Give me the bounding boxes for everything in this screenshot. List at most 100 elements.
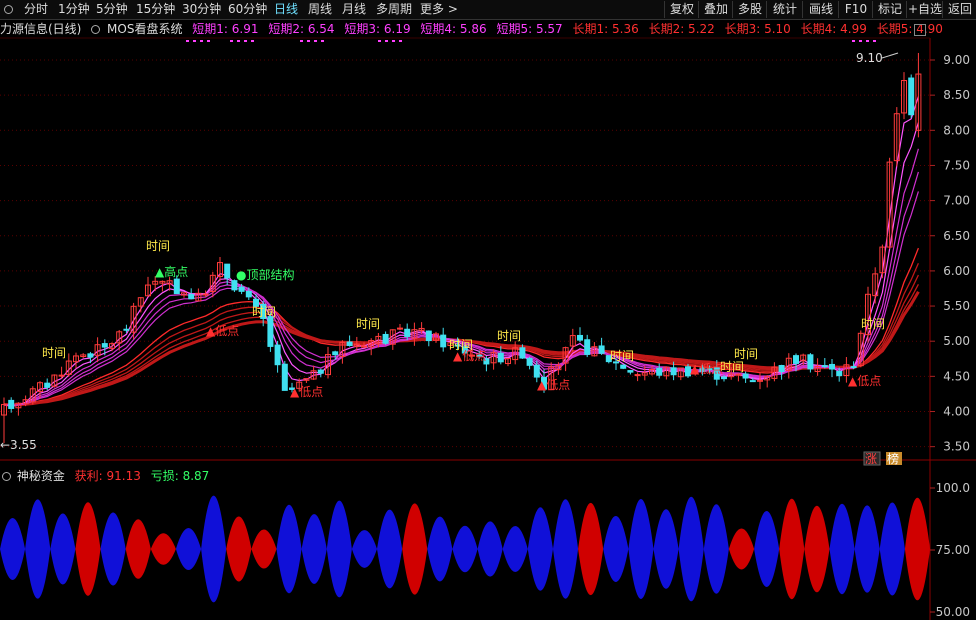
signal-dot <box>193 40 196 42</box>
kline-chart[interactable]: 9.00 8.50 8.00 7.50 7.00 6.50 6.00 5.50 5.00 4.50… <box>0 0 976 620</box>
candle-body[interactable] <box>224 263 231 279</box>
candle-body[interactable] <box>58 374 65 377</box>
candle-body[interactable] <box>577 334 583 341</box>
candle-body[interactable] <box>44 382 51 388</box>
candle-body[interactable] <box>836 370 843 377</box>
low-point-annotation: ▲低点 <box>537 378 570 392</box>
candle-body[interactable] <box>793 355 799 364</box>
candle-body[interactable] <box>533 364 540 378</box>
loss-area <box>703 504 729 594</box>
candle-body[interactable] <box>245 290 252 298</box>
candle-body[interactable] <box>656 367 663 376</box>
sub-settings-icon[interactable] <box>2 472 11 481</box>
candle-body[interactable] <box>598 345 605 354</box>
low-point-annotation: ▲低点 <box>206 324 239 338</box>
high-point-annotation: ▲高点 <box>155 264 188 279</box>
candle-body[interactable] <box>749 380 756 383</box>
loss-area <box>201 495 227 603</box>
candle-body[interactable] <box>742 373 749 379</box>
candle-body[interactable] <box>829 363 835 370</box>
signal-dot <box>859 40 862 42</box>
sub-indicator-title[interactable]: 神秘资金 <box>17 469 65 483</box>
loss-area <box>553 499 579 599</box>
loss-area <box>829 503 855 595</box>
profit-area <box>226 516 252 582</box>
loss-area <box>653 509 679 589</box>
signal-dot <box>852 40 855 42</box>
signal-dot <box>385 40 388 42</box>
candle-body[interactable] <box>173 278 180 295</box>
candle-body[interactable] <box>440 334 447 348</box>
candle-body[interactable] <box>361 345 367 348</box>
time-annotation: 时间 <box>146 239 170 253</box>
candle-body[interactable] <box>397 327 403 330</box>
long-ma-line <box>3 263 919 406</box>
profit-area <box>75 502 101 596</box>
candle-body[interactable] <box>382 333 389 344</box>
loss-area <box>754 511 780 587</box>
loss-area <box>50 513 76 585</box>
candle-body[interactable] <box>519 347 526 359</box>
profit-area <box>904 497 930 601</box>
loss-area <box>502 526 528 572</box>
loss-area <box>879 502 905 596</box>
candle-body[interactable] <box>267 316 274 347</box>
candle-body[interactable] <box>123 328 130 331</box>
candle-body[interactable] <box>526 357 533 366</box>
price-tick-label: 5.50 <box>943 299 970 313</box>
candle-body[interactable] <box>721 376 727 380</box>
loss-area <box>377 509 403 589</box>
loss-area <box>0 518 26 580</box>
signal-dot <box>244 40 247 42</box>
time-annotation: 时间 <box>252 305 276 319</box>
profit-value: 获利: 91.13 <box>74 469 141 483</box>
candle-body[interactable] <box>231 280 238 291</box>
loss-area <box>100 512 126 586</box>
candle-body[interactable] <box>634 374 641 377</box>
candle-body[interactable] <box>346 341 353 346</box>
price-tick-label: 5.00 <box>943 334 970 348</box>
candle-body[interactable] <box>620 364 627 369</box>
low-price-marker: ←3.55 <box>0 438 37 452</box>
candle-body[interactable] <box>87 353 94 358</box>
signal-dot <box>866 40 869 42</box>
candle-body[interactable] <box>584 339 591 355</box>
high-price-marker: 9.10 <box>856 51 883 65</box>
loss-area <box>301 514 327 584</box>
candle-body[interactable] <box>238 286 245 292</box>
candle-body[interactable] <box>670 367 677 376</box>
candle-body[interactable] <box>8 399 15 409</box>
candle-body[interactable] <box>188 294 195 300</box>
candle-body[interactable] <box>821 365 828 368</box>
price-tick-label: 4.50 <box>943 369 970 383</box>
candle-body[interactable] <box>807 354 814 370</box>
signal-dot <box>873 40 876 42</box>
candle-body[interactable] <box>332 351 339 356</box>
signal-dot <box>399 40 402 42</box>
candle-body[interactable] <box>404 328 411 337</box>
candle-body[interactable] <box>274 344 281 366</box>
candle-body[interactable] <box>850 366 857 369</box>
time-annotation: 时间 <box>720 360 744 374</box>
candle-body[interactable] <box>778 365 785 373</box>
signal-dot <box>392 40 395 42</box>
candle-body[interactable] <box>317 369 324 374</box>
profit-area <box>251 529 277 569</box>
candle-body[interactable] <box>735 373 742 376</box>
candle-body[interactable] <box>908 77 915 116</box>
candle-body[interactable] <box>425 330 432 342</box>
signal-dot <box>314 40 317 42</box>
profit-area <box>728 528 755 570</box>
profit-area <box>804 505 830 593</box>
candle-body[interactable] <box>281 363 288 391</box>
sub-tick-label: 75.00 <box>936 543 970 557</box>
low-point-annotation: ▲低点 <box>453 349 486 363</box>
candle-body[interactable] <box>497 352 504 363</box>
candle-body[interactable] <box>627 370 634 373</box>
loss-area <box>527 507 553 591</box>
loss-area <box>175 527 202 571</box>
candle-body[interactable] <box>101 343 108 348</box>
candle-body[interactable] <box>202 293 209 296</box>
loss-area <box>427 516 453 582</box>
signal-dot <box>307 40 310 42</box>
